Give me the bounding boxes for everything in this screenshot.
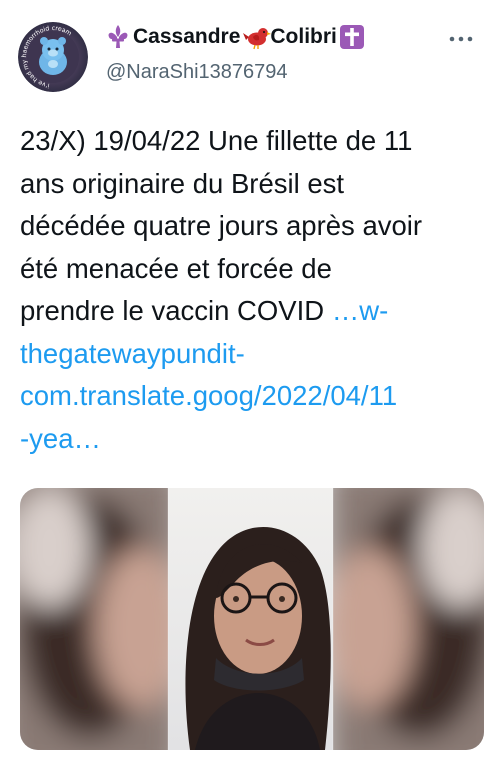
tweet-text-line: été menacée et forcée de [20,252,332,284]
tweet-text-line: ans originaire du Brésil est [20,167,345,199]
more-options-icon[interactable] [446,26,476,52]
tweet-text-line: 23/X) 19/04/22 Une fillette de 11 [20,125,413,156]
tweet-link-line[interactable]: com.translate.goog/2022/04/11 [20,375,480,418]
cross-icon [339,24,364,50]
author-name[interactable]: Cassandre Colibri [106,24,364,50]
author-handle[interactable]: @NaraShi13876794 [106,60,288,84]
tweet-media-photo[interactable] [20,488,484,750]
tweet-text-segment: prendre le vaccin COVID [20,295,332,326]
tweet-text-line: décédée quatre jours après avoir [20,210,423,241]
tweet-link[interactable]: …w- [332,295,389,326]
fleur-de-lis-icon [106,24,130,50]
author-avatar[interactable]: i've had my haemorrhoid cream [18,22,88,92]
tweet: i've had my haemorrhoid cream Cassandre [0,0,490,770]
bird-icon [243,24,272,50]
tweet-link-line[interactable]: -yea… [20,418,480,461]
author-display-name: Cassandre [133,25,241,48]
tweet-text: 23/X) 19/04/22 Une fillette de 11 ans or… [20,120,480,460]
tweet-link-line[interactable]: thegatewaypundit- [20,333,480,376]
author-display-name-2: Colibri [270,25,337,48]
tweet-text-line: prendre le vaccin COVID …w- [20,290,480,333]
